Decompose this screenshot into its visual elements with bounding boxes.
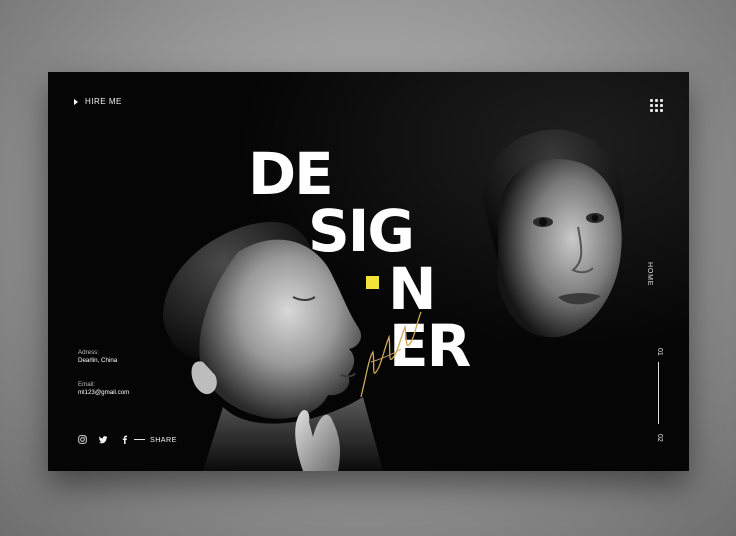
email-value[interactable]: ml123@gmail.com — [78, 389, 129, 397]
social-bar: SHARE — [78, 435, 177, 444]
page-next[interactable]: 02 — [656, 434, 663, 442]
accent-square — [366, 276, 379, 289]
hire-me-link[interactable]: HIRE ME — [74, 97, 122, 106]
share-label: SHARE — [150, 435, 177, 444]
facebook-icon[interactable] — [120, 435, 129, 444]
page-progress-line — [658, 362, 659, 424]
portrait-right-image — [483, 129, 624, 338]
address-block: Adress: Dearlin, China — [78, 349, 117, 366]
email-block: Email: ml123@gmail.com — [78, 381, 129, 398]
hero-frame: HIRE ME DE SIG N ER Adress: Dearlin, Chi… — [48, 72, 689, 471]
page-current[interactable]: 01 — [656, 348, 663, 356]
instagram-icon[interactable] — [78, 435, 87, 444]
twitter-icon[interactable] — [99, 435, 108, 444]
signature-mark — [360, 311, 422, 398]
hero-word-line1: DE — [248, 140, 334, 208]
address-value: Dearlin, China — [78, 357, 118, 365]
address-label: Adress: — [78, 349, 99, 356]
hire-me-label: HIRE ME — [85, 97, 122, 106]
share-divider — [134, 439, 145, 440]
nav-home[interactable]: HOME — [646, 262, 653, 286]
share-link[interactable]: SHARE — [120, 435, 177, 444]
grid-menu-icon[interactable] — [650, 99, 663, 112]
hero-word-line2: SIG — [308, 197, 415, 265]
email-label: Email: — [78, 381, 96, 388]
play-icon — [74, 98, 78, 105]
